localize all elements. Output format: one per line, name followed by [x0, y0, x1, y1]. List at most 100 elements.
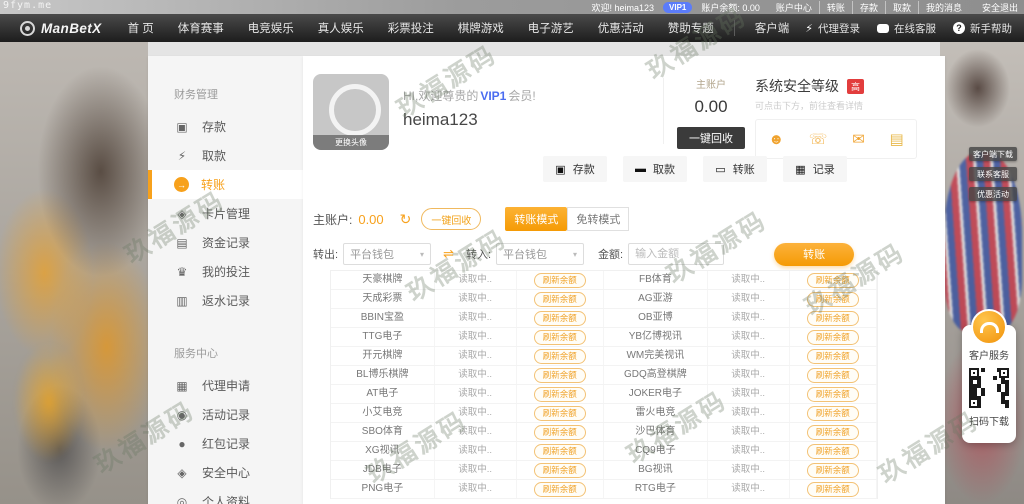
- refresh-balance-button[interactable]: 刷新余额: [534, 444, 586, 459]
- sidebar-item-withdraw[interactable]: ⚡取款: [148, 141, 303, 170]
- main-account-label-2: 主账户:: [313, 211, 352, 228]
- qa-deposit-icon: ▣: [555, 163, 565, 176]
- platform-row: BG视讯读取中..刷新余额: [604, 461, 877, 480]
- scan-download-label: 扫码下载: [962, 413, 1016, 428]
- nav-item-3[interactable]: 真人娱乐: [306, 20, 376, 36]
- nav-item-9[interactable]: 客户端: [734, 20, 802, 36]
- transfer-mode-tab-1[interactable]: 免转模式: [567, 207, 629, 231]
- nav-quick-label: 代理登录: [818, 21, 860, 36]
- bet-icon: ♛: [174, 265, 190, 279]
- nav-quick-0[interactable]: ⚡代理登录: [805, 21, 860, 36]
- nav-item-4[interactable]: 彩票投注: [376, 20, 446, 36]
- nav-item-6[interactable]: 电子游艺: [516, 20, 586, 36]
- transfer-in-select[interactable]: 平台钱包▾: [496, 243, 584, 265]
- sidebar-item-agent[interactable]: ▦代理申请: [148, 371, 303, 400]
- brand-logo[interactable]: ManBetX: [20, 21, 102, 36]
- refresh-balance-button[interactable]: 刷新余额: [807, 273, 859, 288]
- nav-item-2[interactable]: 电竞娱乐: [236, 20, 306, 36]
- refresh-balance-button[interactable]: 刷新余额: [807, 444, 859, 459]
- sidebar-item-redpacket[interactable]: ●红包记录: [148, 429, 303, 458]
- refresh-balance-button[interactable]: 刷新余额: [534, 330, 586, 345]
- platform-refresh-cell: 刷新余额: [517, 290, 604, 308]
- security-level-block: 系统安全等级 高 可点击下方，前往查看详情 ☻☏✉▤: [755, 76, 917, 159]
- topbar-link-1[interactable]: 转账: [819, 1, 852, 14]
- refresh-balance-button[interactable]: 刷新余额: [534, 463, 586, 478]
- refresh-balance-button[interactable]: 刷新余额: [534, 387, 586, 402]
- transfer-submit-button[interactable]: 转账: [774, 243, 854, 266]
- topbar-link-4[interactable]: 我的消息: [918, 1, 969, 14]
- phone-icon[interactable]: ☏: [809, 130, 828, 148]
- refresh-balance-button[interactable]: 刷新余额: [534, 425, 586, 440]
- topbar-link-3[interactable]: 取款: [885, 1, 918, 14]
- refresh-balance-button[interactable]: 刷新余额: [807, 387, 859, 402]
- refresh-balance-button[interactable]: 刷新余额: [807, 463, 859, 478]
- refresh-balance-button[interactable]: 刷新余额: [534, 311, 586, 326]
- transfer-out-select[interactable]: 平台钱包▾: [343, 243, 431, 265]
- platform-refresh-cell: 刷新余额: [790, 290, 877, 308]
- refresh-balance-button[interactable]: 刷新余额: [807, 349, 859, 364]
- greeting: HI,欢迎尊贵的VIP1会员!: [403, 87, 536, 104]
- record-button[interactable]: ▦记录: [783, 156, 847, 182]
- sidebar-item-security[interactable]: ◈安全中心: [148, 458, 303, 487]
- side-tab-2[interactable]: 优惠活动: [969, 187, 1017, 201]
- redpacket-icon: ●: [174, 437, 190, 451]
- bankcard-icon[interactable]: ▤: [889, 130, 903, 148]
- refresh-balance-button[interactable]: 刷新余额: [807, 330, 859, 345]
- nav-quick-2[interactable]: ?新手帮助: [953, 21, 1012, 36]
- one-key-recycle-button[interactable]: 一键回收: [677, 127, 745, 149]
- topbar-link-2[interactable]: 存款: [852, 1, 885, 14]
- user-icon[interactable]: ☻: [768, 131, 784, 148]
- sidebar-item-activity[interactable]: ◉活动记录: [148, 400, 303, 429]
- platform-name: 天豪棋牌: [331, 271, 435, 289]
- sidebar-item-card[interactable]: ◈卡片管理: [148, 199, 303, 228]
- nav-item-7[interactable]: 优惠活动: [586, 20, 656, 36]
- refresh-icon[interactable]: ↻: [400, 211, 412, 228]
- refresh-balance-button[interactable]: 刷新余额: [807, 311, 859, 326]
- change-avatar-caption[interactable]: 更换头像: [313, 135, 389, 150]
- amount-input[interactable]: [628, 243, 724, 265]
- refresh-balance-button[interactable]: 刷新余额: [534, 368, 586, 383]
- topbar-link-0[interactable]: 账户中心: [769, 1, 819, 14]
- nav-item-8[interactable]: 赞助专题: [656, 20, 726, 36]
- qr-code: [969, 368, 1009, 408]
- nav-quick-1[interactable]: 在线客服: [877, 21, 936, 36]
- refresh-balance-button[interactable]: 刷新余额: [534, 273, 586, 288]
- sidebar-item-profile[interactable]: ◎个人资料: [148, 487, 303, 504]
- transfer-mode-tab-0[interactable]: 转账模式: [505, 207, 567, 231]
- nav-item-5[interactable]: 棋牌游戏: [446, 20, 516, 36]
- sidebar-item-deposit[interactable]: ▣存款: [148, 112, 303, 141]
- sidebar-item-fund-record[interactable]: ▤资金记录: [148, 228, 303, 257]
- refresh-balance-button[interactable]: 刷新余额: [807, 368, 859, 383]
- deposit-button[interactable]: ▣存款: [543, 156, 607, 182]
- platform-name: BBIN宝盈: [331, 309, 435, 327]
- avatar[interactable]: 更换头像: [313, 74, 389, 150]
- refresh-balance-button[interactable]: 刷新余额: [534, 349, 586, 364]
- logout-link[interactable]: 安全退出: [982, 1, 1018, 14]
- refresh-balance-button[interactable]: 刷新余额: [534, 482, 586, 497]
- refresh-balance-button[interactable]: 刷新余额: [534, 406, 586, 421]
- greeting-suffix: 会员!: [508, 89, 535, 103]
- transfer-button[interactable]: ▭转账: [703, 156, 767, 182]
- platform-row: 沙巴体育读取中..刷新余额: [604, 423, 877, 442]
- sidebar-item-transfer[interactable]: →转账: [148, 170, 303, 199]
- nav-item-1[interactable]: 体育赛事: [166, 20, 236, 36]
- platform-name: OB亚博: [604, 309, 708, 327]
- side-tab-1[interactable]: 联系客服: [969, 167, 1017, 181]
- sidebar-item-bet[interactable]: ♛我的投注: [148, 257, 303, 286]
- platform-name: AG亚游: [604, 290, 708, 308]
- withdraw-button[interactable]: ▬取款: [623, 156, 687, 182]
- main-account-balance-2: 0.00: [358, 212, 383, 227]
- swap-icon[interactable]: ⇌: [443, 246, 454, 262]
- refresh-balance-button[interactable]: 刷新余额: [807, 292, 859, 307]
- refresh-balance-button[interactable]: 刷新余额: [807, 482, 859, 497]
- sidebar-item-label: 资金记录: [202, 234, 250, 251]
- one-key-recycle-pill[interactable]: 一键回收: [421, 208, 481, 230]
- nav-item-0[interactable]: 首 页: [116, 20, 166, 36]
- mail-icon[interactable]: ✉: [852, 130, 865, 148]
- withdraw-icon: ⚡: [174, 149, 190, 163]
- refresh-balance-button[interactable]: 刷新余额: [807, 425, 859, 440]
- refresh-balance-button[interactable]: 刷新余额: [534, 292, 586, 307]
- refresh-balance-button[interactable]: 刷新余额: [807, 406, 859, 421]
- sidebar-item-rebate[interactable]: ▥返水记录: [148, 286, 303, 315]
- side-tab-0[interactable]: 客户端下载: [969, 147, 1017, 161]
